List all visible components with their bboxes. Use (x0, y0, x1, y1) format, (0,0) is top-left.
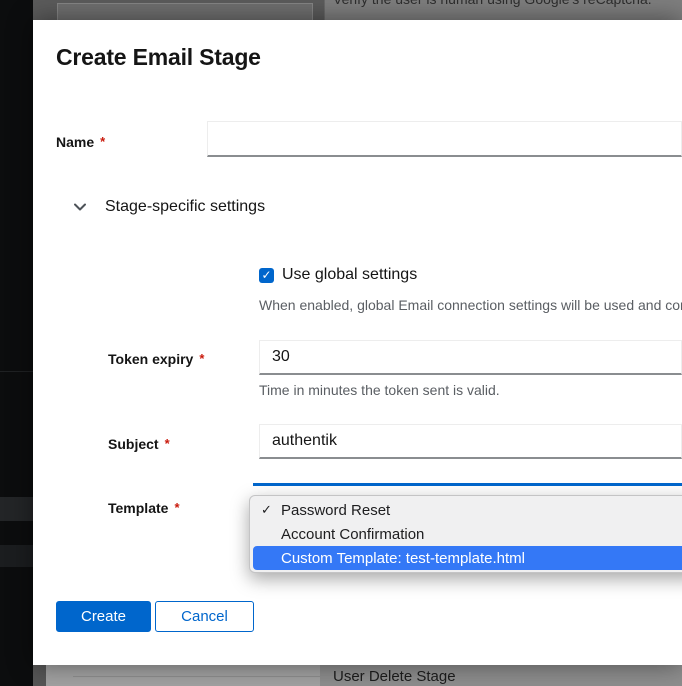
subject-input[interactable] (259, 424, 682, 459)
create-button[interactable]: Create (56, 601, 151, 632)
token-expiry-input[interactable] (259, 340, 682, 375)
template-select[interactable] (253, 483, 682, 495)
section-label: Stage-specific settings (105, 198, 265, 216)
name-input[interactable] (207, 121, 682, 157)
modal-title: Create Email Stage (56, 44, 261, 71)
backdrop-stage-text: User Delete Stage (333, 668, 456, 685)
app-sidebar (0, 0, 33, 686)
token-expiry-help: Time in minutes the token sent is valid. (259, 382, 500, 398)
use-global-checkbox[interactable]: ✓ (259, 268, 274, 283)
backdrop-left-strip (33, 665, 46, 686)
required-asterisk: * (199, 351, 204, 366)
use-global-help: When enabled, global Email connection se… (259, 297, 682, 313)
create-email-stage-modal: Create Email Stage Name* Stage-specific … (33, 20, 682, 665)
backdrop-row-divider (73, 676, 333, 677)
sidebar-divider (0, 371, 33, 372)
selected-check-icon: ✓ (261, 502, 272, 518)
backdrop-table-cell (46, 665, 320, 686)
use-global-settings-row: ✓ Use global settings (259, 266, 417, 284)
subject-label: Subject* (108, 436, 170, 452)
backdrop-recaptcha-text: Verify the user is human using Google's … (333, 0, 652, 7)
stage-specific-settings-toggle[interactable]: Stage-specific settings (73, 198, 265, 216)
name-label: Name* (56, 134, 105, 150)
backdrop-top: Verify the user is human using Google's … (33, 0, 682, 20)
required-asterisk: * (174, 500, 179, 515)
sidebar-item (0, 545, 33, 567)
required-asterisk: * (165, 436, 170, 451)
cancel-button[interactable]: Cancel (155, 601, 254, 632)
template-label: Template* (108, 500, 180, 516)
checkmark-icon: ✓ (261, 269, 271, 281)
backdrop-table-cell (57, 3, 313, 20)
template-dropdown-menu: ✓ Password Reset Account Confirmation Cu… (249, 495, 682, 573)
template-option-password-reset[interactable]: ✓ Password Reset (253, 498, 682, 522)
template-option-account-confirmation[interactable]: Account Confirmation (253, 522, 682, 546)
screen: Verify the user is human using Google's … (0, 0, 682, 686)
token-expiry-label: Token expiry* (108, 351, 204, 367)
chevron-down-icon (73, 200, 87, 214)
sidebar-item (0, 497, 33, 521)
backdrop-bottom: User Delete Stage (33, 665, 682, 686)
template-option-custom-template[interactable]: Custom Template: test-template.html (253, 546, 682, 570)
required-asterisk: * (100, 134, 105, 149)
use-global-label[interactable]: Use global settings (282, 266, 417, 284)
backdrop-description-cell: Verify the user is human using Google's … (325, 0, 682, 20)
